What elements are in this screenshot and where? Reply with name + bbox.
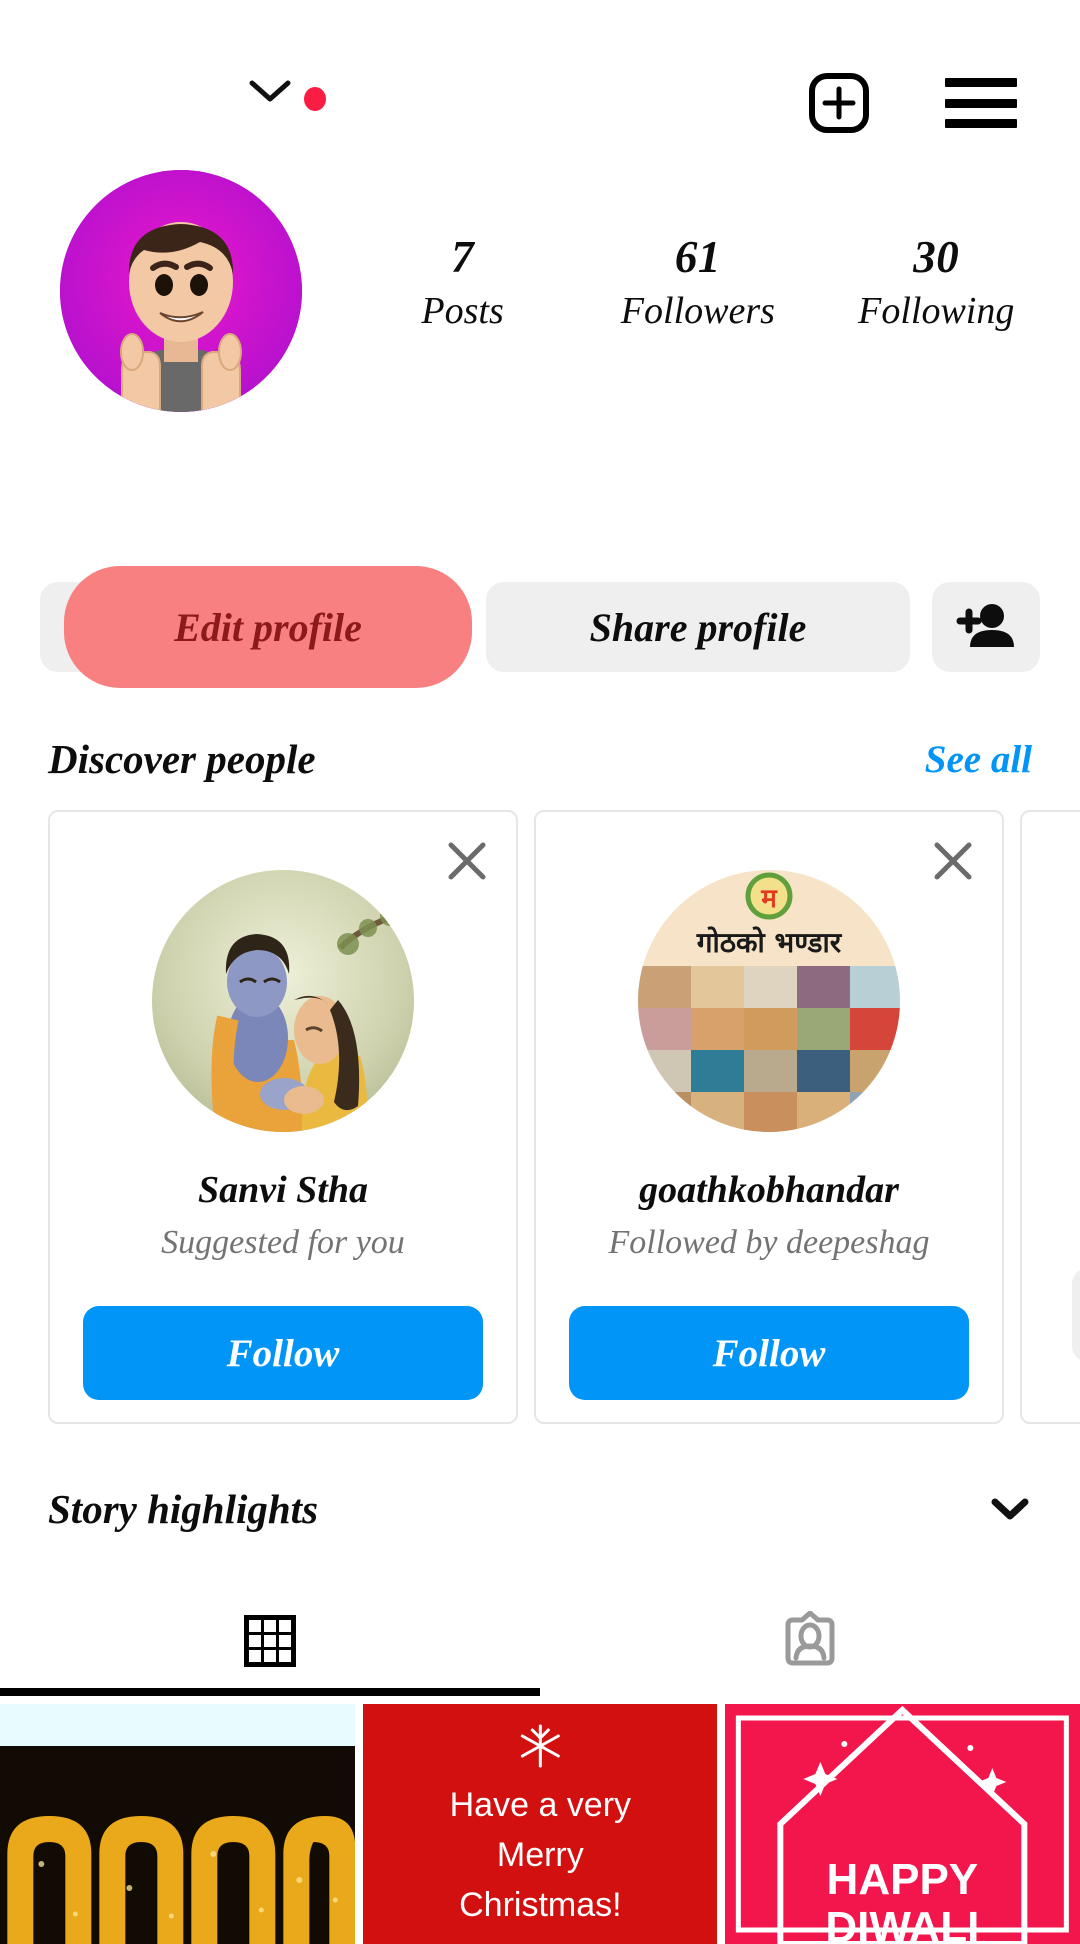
discover-people-carousel[interactable]: Sanvi Stha Suggested for you Follow म गो… [0,810,1080,1424]
post-thumbnail[interactable]: HAPPY DIWALI [725,1704,1080,1944]
svg-text:Have a very: Have a very [449,1786,630,1824]
svg-text:Christmas!: Christmas! [459,1886,621,1924]
tab-grid[interactable] [0,1586,540,1696]
profile-tabs [0,1586,1080,1696]
followers-count: 61 [674,232,721,282]
avatar[interactable] [60,170,302,412]
follow-button[interactable]: Follow [569,1306,969,1400]
suggestion-avatar[interactable]: म गोठको भण्डार [638,870,900,1132]
posts-count: 7 [451,232,475,282]
hamburger-menu-icon[interactable] [945,78,1017,128]
profile-action-bar: Edit profile Share profile [0,562,1080,692]
svg-text:Merry: Merry [497,1836,584,1874]
profile-header: 7 Posts 61 Followers 30 Following [0,170,1080,450]
post-thumbnail[interactable]: Have a very Merry Christmas! [362,1704,718,1944]
post-thumbnail[interactable] [0,1704,355,1944]
following-count: 30 [913,232,960,282]
suggestion-name: goathkobhandar [639,1169,899,1211]
share-profile-button[interactable]: Share profile [486,582,910,672]
edit-profile-label: Edit profile [64,566,472,688]
add-person-icon [956,604,1014,647]
follow-label: Follow [712,1331,826,1375]
top-bar [0,0,1080,170]
see-all-link[interactable]: See all [925,737,1032,782]
share-profile-label: Share profile [589,604,807,650]
chevron-down-icon[interactable] [988,1496,1032,1522]
stat-posts[interactable]: 7 Posts [388,232,538,335]
unread-dot-icon [304,87,326,111]
plus-square-icon[interactable] [808,72,870,134]
close-icon[interactable] [444,838,490,884]
active-tab-indicator [0,1688,540,1696]
posts-label: Posts [421,289,504,332]
svg-text:गोठको भण्डार: गोठको भण्डार [696,926,843,959]
suggestion-name: Sanvi Stha [197,1169,369,1211]
post-grid: Have a very Merry Christmas! HAPPY DIWAL… [0,1704,1080,1944]
follow-button-partial[interactable] [1072,1268,1080,1362]
suggestion-subtitle: Suggested for you [161,1224,405,1261]
follow-button[interactable]: Follow [83,1306,483,1400]
profile-stats: 7 Posts 61 Followers 30 Following [302,170,1080,335]
discover-people-button[interactable] [932,582,1040,672]
svg-text:DIWALI: DIWALI [826,1903,980,1944]
follow-label: Follow [226,1331,340,1375]
stat-following[interactable]: 30 Following [858,232,1014,335]
suggestion-card[interactable]: म गोठको भण्डार goathkobhandar Followed b… [534,810,1004,1424]
following-label: Following [858,289,1015,332]
discover-people-header: Discover people See all [0,728,1080,790]
chevron-down-icon[interactable] [248,78,292,104]
suggestion-avatar[interactable] [152,870,414,1132]
suggestion-card[interactable]: Sanvi Stha Suggested for you Follow [48,810,518,1424]
story-highlights-title: Story highlights [48,1486,319,1532]
tab-tagged[interactable] [540,1586,1080,1696]
grid-icon [244,1615,296,1667]
svg-text:HAPPY: HAPPY [827,1855,979,1904]
discover-people-title: Discover people [48,736,316,782]
suggestion-subtitle: Followed by deepeshag [608,1224,930,1261]
followers-label: Followers [620,289,775,332]
suggestion-card-partial[interactable] [1020,810,1080,1424]
close-icon[interactable] [930,838,976,884]
edit-profile-button[interactable]: Edit profile [40,566,472,688]
tagged-person-icon [785,1611,835,1666]
story-highlights-header[interactable]: Story highlights [0,1474,1080,1544]
stat-followers[interactable]: 61 Followers [621,232,775,335]
svg-text:म: म [760,884,778,914]
